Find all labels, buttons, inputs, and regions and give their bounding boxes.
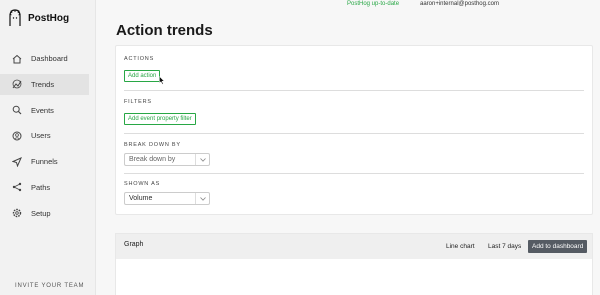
breakdown-section-label: BREAK DOWN BY: [124, 142, 181, 148]
version-status[interactable]: PostHog up-to-date: [347, 1, 399, 7]
divider: [124, 90, 584, 91]
sidebar-item-events[interactable]: Events: [0, 100, 96, 121]
sidebar-item-setup[interactable]: Setup: [0, 203, 96, 224]
home-icon: [12, 54, 22, 64]
add-to-dashboard-button[interactable]: Add to dashboard: [528, 240, 588, 253]
sidebar-item-label: Events: [31, 105, 54, 115]
filters-section-label: FILTERS: [124, 99, 152, 105]
divider: [124, 173, 584, 174]
chevron-down-icon: [195, 193, 209, 204]
graph-title: Graph: [124, 241, 144, 248]
actions-section-label: ACTIONS: [124, 56, 155, 62]
trends-icon: [12, 79, 22, 89]
sidebar-item-label: Paths: [31, 182, 51, 192]
app-logo[interactable]: PostHog: [8, 9, 69, 27]
divider: [124, 133, 584, 134]
setup-icon: [12, 208, 22, 218]
chevron-down-icon: [195, 154, 209, 165]
sidebar-item-funnels[interactable]: Funnels: [0, 151, 96, 172]
chart-type-select[interactable]: Line chart: [446, 243, 475, 250]
sidebar-item-dashboard[interactable]: Dashboard: [0, 48, 96, 69]
sidebar-item-label: Users: [31, 131, 51, 141]
funnels-icon: [12, 156, 22, 167]
sidebar-item-users[interactable]: Users: [0, 125, 96, 146]
invite-team-link[interactable]: INVITE YOUR TEAM: [15, 283, 84, 289]
filters-card: ACTIONS Add action FILTERS Add event pro…: [115, 45, 593, 215]
breakdown-select-value: Break down by: [129, 156, 176, 163]
sidebar-item-label: Dashboard: [31, 54, 68, 63]
add-event-property-filter-button[interactable]: Add event property filter: [124, 113, 196, 125]
page-title: Action trends: [116, 22, 213, 39]
breakdown-select[interactable]: Break down by: [124, 153, 210, 166]
shown-as-section-label: SHOWN AS: [124, 181, 161, 187]
app-name: PostHog: [28, 12, 70, 24]
mouse-cursor-icon: [159, 76, 165, 85]
shown-as-select[interactable]: Volume: [124, 192, 210, 205]
sidebar-item-paths[interactable]: Paths: [0, 177, 96, 198]
shown-as-select-value: Volume: [129, 195, 153, 202]
user-email[interactable]: aaron+internal@posthog.com: [420, 1, 499, 7]
hedgehog-logo-icon: [9, 9, 21, 26]
sidebar-item-label: Funnels: [31, 157, 58, 167]
date-range-select[interactable]: Last 7 days: [488, 243, 521, 250]
graph-card: Graph Line chart Last 7 days Add to dash…: [115, 233, 593, 295]
graph-header: Graph Line chart Last 7 days Add to dash…: [116, 234, 592, 259]
sidebar-item-label: Trends: [31, 79, 55, 89]
sidebar-item-label: Setup: [31, 208, 51, 218]
sidebar-nav: Dashboard Trends Events Users Funnels Pa…: [0, 48, 96, 229]
events-icon: [12, 105, 22, 115]
sidebar: PostHog Dashboard Trends Events Users Fu…: [0, 0, 96, 295]
sidebar-item-trends[interactable]: Trends: [0, 73, 89, 95]
add-action-button[interactable]: Add action: [124, 70, 161, 82]
paths-icon: [12, 182, 22, 192]
users-icon: [12, 131, 22, 141]
